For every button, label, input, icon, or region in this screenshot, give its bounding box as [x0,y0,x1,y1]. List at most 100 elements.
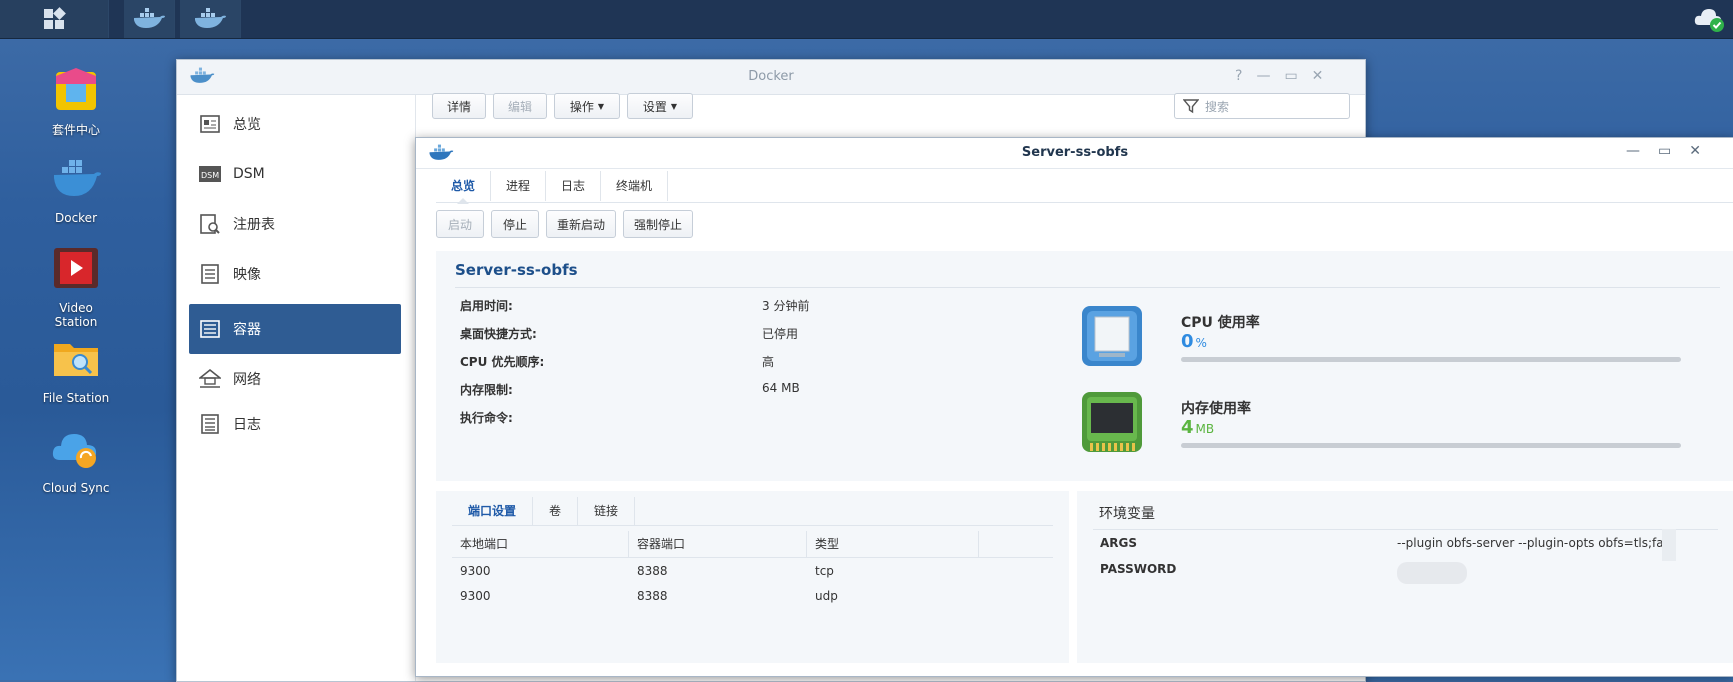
desktop-icon-docker[interactable]: Docker [36,152,116,225]
env-title: 环境变量 [1099,506,1155,522]
search-placeholder: 搜索 [1205,99,1230,114]
restart-button[interactable]: 重新启动 [546,210,616,238]
container-port-cell: 8388 [637,564,668,578]
sidebar-item-label: 网络 [233,372,261,388]
sidebar-item-network[interactable]: 网络 [189,354,401,404]
force-stop-button[interactable]: 强制停止 [623,210,693,238]
sidebar-item-registry[interactable]: 注册表 [189,199,401,249]
sidebar-item-image[interactable]: 映像 [189,249,401,299]
desktop-icon-label: Docker [54,211,98,225]
scrollbar[interactable] [1662,529,1676,561]
action-dropdown-button[interactable]: 操作 ▼ [554,93,620,119]
help-icon[interactable]: ? [1235,68,1242,84]
desktop-icon-label: 套件中心 [51,123,100,137]
settings-dropdown-button[interactable]: 设置 ▼ [627,93,693,119]
svg-text:DSM: DSM [201,171,219,180]
column-header-type[interactable]: 类型 [807,531,979,557]
sidebar-item-log[interactable]: 日志 [189,399,401,449]
tab-log[interactable]: 日志 [546,171,602,201]
container-name: Server-ss-obfs [455,261,578,279]
window-titlebar[interactable]: Docker ? — ▭ ✕ [177,60,1365,95]
table-row[interactable]: 9300 8388 tcp [452,558,1053,584]
docker-whale-icon [54,160,101,196]
desktop-icon-cloud-sync[interactable]: Cloud Sync [36,422,116,495]
sidebar-item-label: 注册表 [233,217,275,233]
tab-overview[interactable]: 总览 [436,171,492,204]
cpu-chip-icon [1082,306,1142,366]
env-row-args[interactable]: ARGS --plugin obfs-server --plugin-opts … [1100,536,1667,550]
video-station-icon [54,248,98,288]
log-icon [199,413,221,435]
details-button[interactable]: 详情 [432,93,486,119]
field-key: 内存限制: [460,383,513,397]
field-key: 启用时间: [460,299,513,313]
window-title: Server-ss-obfs [1021,145,1129,160]
start-button[interactable]: 启动 [436,210,484,238]
minimize-icon[interactable]: — [1256,68,1270,84]
ports-subtab-bar: 端口设置 卷 链接 [452,497,636,525]
masked-password [1397,562,1467,584]
caret-down-icon: ▼ [597,101,605,111]
environment-panel: 环境变量 ARGS --plugin obfs-server --plugin-… [1077,491,1733,663]
field-value: 已停用 [762,327,799,341]
docker-whale-icon [134,8,165,28]
sidebar-item-label: 映像 [233,267,261,283]
subtab-volume[interactable]: 卷 [533,497,579,525]
overview-icon [199,113,221,135]
stop-button[interactable]: 停止 [491,210,539,238]
container-icon [199,318,221,340]
filter-icon [1183,99,1199,114]
package-center-icon [56,68,96,110]
main-menu-button[interactable] [0,0,109,38]
sidebar-item-container[interactable]: 容器 [189,304,401,354]
image-icon [199,263,221,285]
env-key: PASSWORD [1100,562,1177,576]
divider [1093,529,1718,530]
divider [455,287,1720,288]
sidebar-item-label: 总览 [233,117,261,133]
edit-button[interactable]: 编辑 [493,93,547,119]
memory-usage-label: 内存使用率 [1181,401,1251,417]
taskbar-docker-app-2[interactable] [180,0,241,38]
local-port-cell: 9300 [460,589,491,603]
column-header-container-port[interactable]: 容器端口 [629,531,807,557]
tab-process[interactable]: 进程 [491,171,547,201]
minimize-icon[interactable]: — [1626,143,1640,159]
ports-panel: 端口设置 卷 链接 本地端口 容器端口 类型 9300 8388 tcp 930… [436,491,1069,663]
overview-panel: Server-ss-obfs 启用时间: 3 分钟前 桌面快捷方式: 已停用 C… [436,251,1733,481]
column-header-local-port[interactable]: 本地端口 [452,531,629,557]
subtab-links[interactable]: 链接 [578,497,636,525]
maximize-icon[interactable]: ▭ [1284,68,1297,84]
window-title: Docker [748,69,794,84]
sidebar-item-dsm[interactable]: DSM DSM [189,149,401,199]
field-key: 执行命令: [460,411,513,425]
env-row-password[interactable]: PASSWORD [1100,562,1176,576]
dsm-icon: DSM [199,163,221,185]
search-input[interactable]: 搜索 [1174,93,1350,119]
table-row[interactable]: 9300 8388 udp [452,583,1053,609]
cpu-usage-bar [1181,357,1681,362]
tab-bar: 总览 进程 日志 终端机 [436,171,669,204]
desktop-icon-video-station[interactable]: Video Station [36,242,116,329]
caret-down-icon: ▼ [670,101,678,111]
container-detail-window: Server-ss-obfs — ▭ ✕ 总览 进程 日志 终端机 启动 停止 … [415,137,1733,677]
memory-usage-bar [1181,443,1681,448]
desktop-icon-file-station[interactable]: File Station [36,332,116,405]
container-port-cell: 8388 [637,589,668,603]
tab-terminal[interactable]: 终端机 [601,171,669,201]
taskbar-docker-app-1[interactable] [124,0,175,38]
subtab-port-settings[interactable]: 端口设置 [452,497,534,525]
env-value: --plugin obfs-server --plugin-opts obfs=… [1397,536,1667,550]
desktop-icon-package-center[interactable]: 套件中心 [36,62,116,138]
maximize-icon[interactable]: ▭ [1658,143,1671,159]
close-icon[interactable]: ✕ [1312,68,1324,84]
memory-usage-value: 4 MB [1181,417,1215,438]
field-value: 高 [762,355,775,369]
window-titlebar[interactable]: Server-ss-obfs — ▭ ✕ [416,138,1733,169]
close-icon[interactable]: ✕ [1689,143,1701,159]
cloud-sync-icon [52,434,97,468]
field-value: 64 MB [762,381,800,395]
sidebar-item-label: 容器 [233,322,261,338]
sidebar-item-overview[interactable]: 总览 [189,99,401,149]
cloud-sync-status-icon[interactable] [1693,5,1725,33]
